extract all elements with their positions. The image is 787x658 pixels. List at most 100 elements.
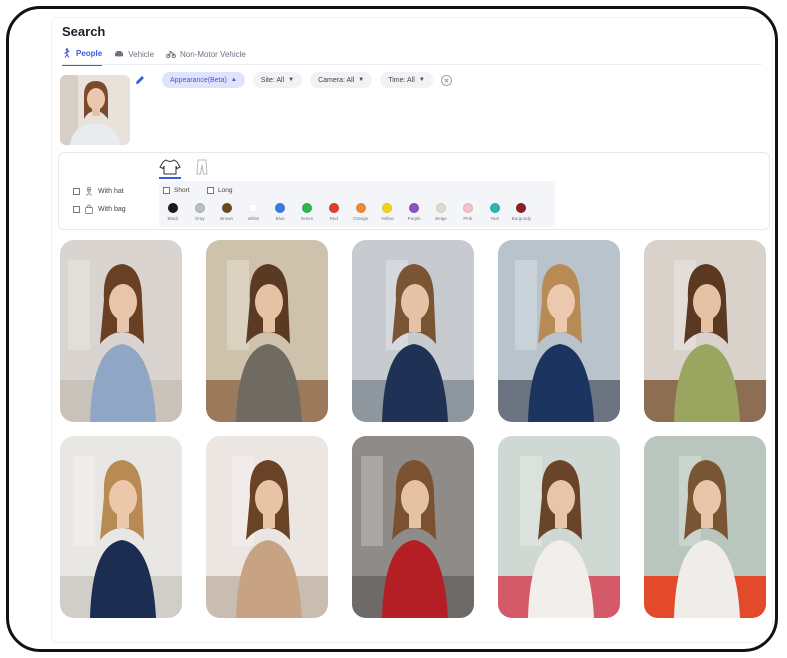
color-swatch-purple[interactable]: Purple: [402, 203, 426, 221]
result-card[interactable]: [644, 240, 766, 422]
result-person-photo: [498, 240, 620, 422]
garment-selector: [159, 159, 213, 175]
color-dot: [516, 203, 527, 213]
upper-body-icon[interactable]: [159, 159, 181, 175]
long-checkbox[interactable]: [207, 187, 214, 194]
result-person-photo: [644, 436, 766, 618]
query-person-photo: [60, 75, 130, 145]
color-label: Green: [300, 216, 314, 221]
tab-vehicle[interactable]: Vehicle: [114, 46, 154, 66]
color-dot: [248, 203, 259, 213]
hat-person-icon: [86, 186, 92, 196]
camera-filter[interactable]: Camera: All ▼: [310, 72, 373, 88]
color-dot: [302, 203, 312, 213]
color-label: Beige: [435, 216, 447, 221]
color-swatch-black[interactable]: Black: [161, 203, 185, 221]
with-hat-label: With hat: [98, 187, 124, 195]
short-sleeve-option[interactable]: Short: [163, 187, 190, 194]
result-person-photo: [206, 436, 328, 618]
time-filter[interactable]: Time: All ▼: [380, 72, 433, 88]
color-label: Purple: [407, 216, 421, 221]
tab-label: Vehicle: [128, 49, 155, 59]
bag-icon: [85, 204, 93, 214]
short-checkbox[interactable]: [163, 187, 170, 194]
color-dot: [436, 203, 446, 213]
category-tabs: People Vehicle Non-Motor Vehicle: [62, 46, 246, 66]
color-swatch-beige[interactable]: Beige: [429, 203, 453, 221]
chevron-down-icon: ▼: [288, 77, 295, 83]
result-person-photo: [644, 240, 766, 422]
color-swatch-yellow[interactable]: Yellow: [375, 203, 399, 221]
color-swatch-teal[interactable]: Teal: [483, 203, 507, 221]
color-swatch-orange[interactable]: Orange: [349, 203, 373, 221]
lower-body-icon[interactable]: [191, 159, 213, 175]
color-swatch-red[interactable]: Red: [322, 203, 346, 221]
result-person-photo: [60, 240, 182, 422]
result-card[interactable]: [498, 436, 620, 618]
car-icon: [115, 51, 124, 58]
color-dot: [168, 203, 178, 213]
result-card[interactable]: [352, 436, 474, 618]
appearance-filter[interactable]: Appearance(Beta) ▲: [162, 72, 245, 88]
color-dot: [194, 203, 205, 213]
color-dot: [489, 203, 500, 213]
person-icon: [64, 48, 70, 58]
with-hat-checkbox[interactable]: [73, 187, 80, 195]
color-swatch-blue[interactable]: Blue: [268, 203, 292, 221]
device-frame: Search People Vehicle Non-Motor Vehicle …: [6, 6, 778, 652]
color-swatch-gray[interactable]: Gray: [188, 203, 212, 221]
result-card[interactable]: [644, 436, 766, 618]
color-label: Red: [329, 216, 338, 221]
color-label: Brown: [220, 216, 233, 221]
result-card[interactable]: [352, 240, 474, 422]
long-sleeve-option[interactable]: Long: [207, 187, 232, 194]
color-dot: [275, 203, 286, 213]
long-label: Long: [218, 187, 233, 194]
result-card[interactable]: [60, 436, 182, 618]
color-swatch-white[interactable]: White: [241, 203, 265, 221]
color-swatch-green[interactable]: Green: [295, 203, 319, 221]
color-label: Burgundy: [511, 216, 532, 221]
color-swatch-pink[interactable]: Pink: [456, 203, 480, 221]
result-person-photo: [352, 240, 474, 422]
result-person-photo: [60, 436, 182, 618]
edit-icon[interactable]: [134, 74, 146, 86]
chip-label: Camera: All: [318, 76, 355, 84]
tab-divider: [62, 64, 762, 65]
color-swatch-burgundy[interactable]: Burgundy: [509, 203, 533, 221]
color-label: Teal: [490, 216, 499, 221]
motorcycle-icon: [166, 51, 177, 59]
chip-label: Appearance(Beta): [170, 76, 227, 84]
filter-bar: Appearance(Beta) ▲ Site: All ▼ Camera: A…: [162, 72, 452, 88]
with-bag-option[interactable]: With bag: [73, 204, 126, 214]
short-label: Short: [174, 187, 190, 194]
with-hat-option[interactable]: With hat: [73, 186, 124, 196]
with-bag-checkbox[interactable]: [73, 205, 80, 213]
clear-filters-icon[interactable]: [440, 74, 452, 86]
result-person-photo: [206, 240, 328, 422]
result-person-photo: [352, 436, 474, 618]
result-card[interactable]: [60, 240, 182, 422]
result-person-photo: [498, 436, 620, 618]
color-label: Blue: [275, 216, 285, 221]
tab-label: Non-Motor Vehicle: [180, 49, 246, 59]
result-card[interactable]: [498, 240, 620, 422]
color-label: Orange: [353, 216, 369, 221]
tab-non-motor-vehicle[interactable]: Non-Motor Vehicle: [166, 46, 246, 66]
result-card[interactable]: [206, 240, 328, 422]
color-swatch-brown[interactable]: Brown: [215, 203, 239, 221]
site-filter[interactable]: Site: All ▼: [252, 72, 303, 88]
chevron-down-icon: ▼: [418, 77, 425, 83]
result-card[interactable]: [206, 436, 328, 618]
color-dot: [328, 203, 339, 213]
page-title: Search: [62, 24, 106, 39]
color-label: Yellow: [380, 216, 394, 221]
color-label: White: [247, 216, 260, 221]
chip-label: Site: All: [260, 76, 285, 84]
color-dot: [382, 203, 393, 213]
color-dot: [355, 203, 366, 213]
query-image[interactable]: [60, 75, 130, 145]
tab-label: People: [76, 48, 103, 58]
chevron-up-icon: ▲: [230, 77, 237, 83]
tab-people[interactable]: People: [62, 46, 103, 66]
